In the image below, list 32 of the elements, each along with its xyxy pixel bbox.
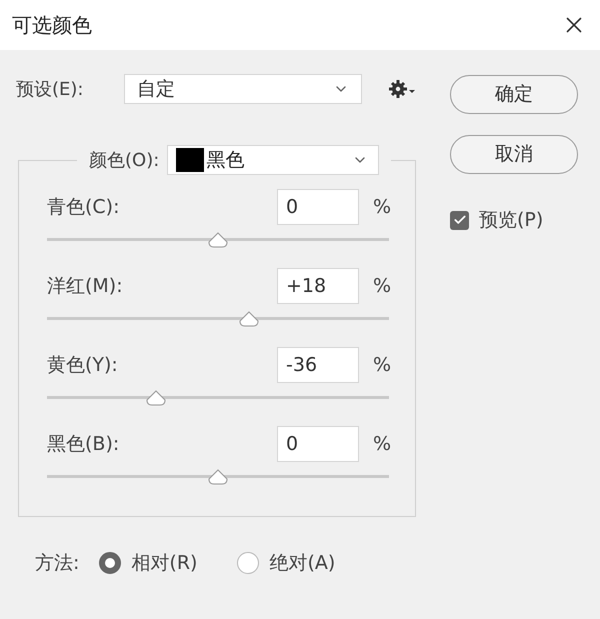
settings-icon[interactable]: [388, 79, 418, 99]
preset-dropdown[interactable]: 自定: [124, 74, 362, 104]
value-field[interactable]: +18: [277, 268, 359, 304]
value-field[interactable]: -36: [277, 347, 359, 383]
radio-button[interactable]: [99, 552, 122, 574]
channel-label: 黑色(B):: [47, 432, 120, 457]
dialog-button[interactable]: 取消: [450, 135, 578, 174]
slider-thumb[interactable]: [145, 390, 168, 406]
preset-label: 预设(E):: [16, 78, 84, 102]
preview-checkbox[interactable]: 预览(P): [450, 206, 578, 234]
value-field[interactable]: 0: [277, 189, 359, 225]
percent-sign: %: [373, 432, 392, 457]
slider-thumb[interactable]: [207, 469, 229, 485]
percent-sign: %: [373, 274, 392, 299]
channel-label: 洋红(M):: [47, 274, 124, 299]
color-label: 颜色(O):: [89, 148, 160, 172]
slider-thumb[interactable]: [238, 311, 260, 327]
channel-label: 青色(C):: [47, 194, 120, 220]
checkbox[interactable]: [450, 210, 469, 230]
radio-option[interactable]: 相对(R): [99, 549, 198, 578]
slider-thumb[interactable]: [207, 232, 229, 248]
color-dropdown[interactable]: 黑色: [167, 145, 380, 175]
dialog-button[interactable]: 确定: [450, 75, 578, 114]
window-title: 可选颜色: [12, 12, 92, 39]
percent-sign: %: [373, 194, 392, 220]
channel-label: 黄色(Y):: [47, 352, 119, 378]
method-label: 方法:: [35, 551, 80, 576]
value-field[interactable]: 0: [277, 426, 359, 462]
radio-button[interactable]: [237, 552, 260, 574]
color-value: 黑色: [206, 148, 244, 173]
radio-option[interactable]: 绝对(A): [237, 549, 336, 578]
percent-sign: %: [373, 352, 392, 378]
